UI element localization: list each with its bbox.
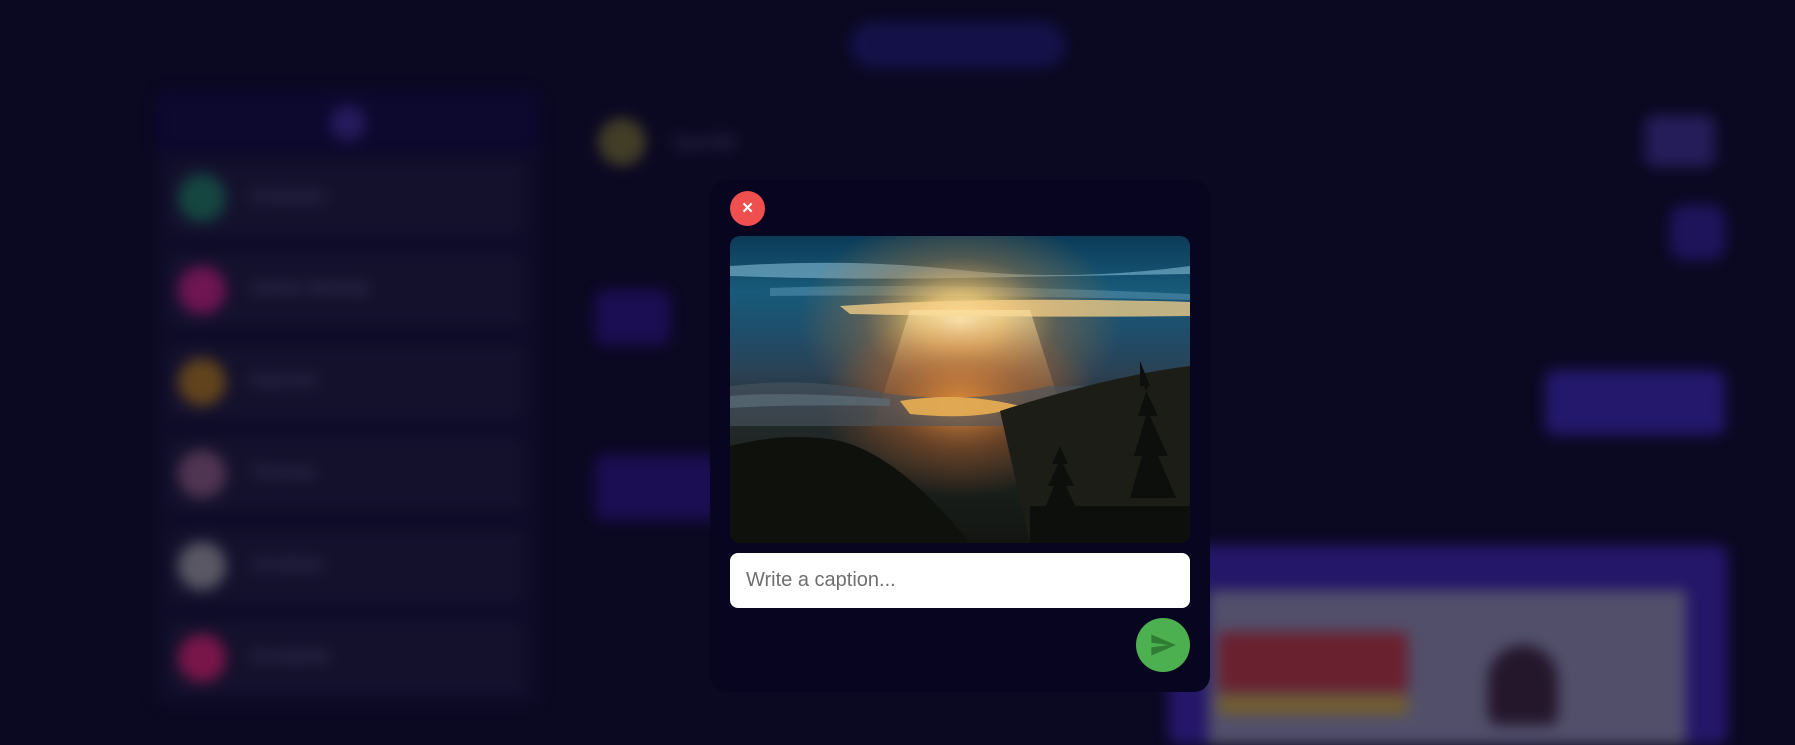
- app-stage: Andrades Ashish Mehata Ramesh Thomas Jonatha…: [0, 0, 1795, 745]
- chat-header-avatar: [598, 118, 646, 166]
- chat-name: Andrades: [250, 186, 328, 206]
- caption-input[interactable]: [730, 553, 1190, 608]
- chat-name: Thomas: [250, 462, 316, 482]
- message-bubble: [595, 290, 670, 345]
- close-button[interactable]: ×: [730, 191, 765, 226]
- app-logo: [850, 22, 1065, 68]
- chat-list-item: Jonathan: [168, 530, 524, 602]
- chat-avatar: [178, 266, 226, 314]
- chat-name: Jonathan: [250, 554, 325, 574]
- header-action-button: [1645, 115, 1715, 167]
- sidebar-header: [155, 90, 540, 150]
- chat-list-item: Thomas: [168, 438, 524, 510]
- send-button[interactable]: [1136, 618, 1190, 672]
- media-message-card: [1168, 545, 1728, 745]
- chat-header-name: Sam99: [672, 132, 736, 154]
- media-thumbnail: [1208, 590, 1686, 745]
- chat-name: Ramesh: [250, 370, 318, 390]
- send-icon: [1151, 634, 1176, 656]
- chat-list-item: Annabelle: [168, 622, 524, 694]
- chat-list-item: Ashish Mehata: [168, 254, 524, 326]
- chat-list-item: Andrades: [168, 162, 524, 234]
- message-bubble: [595, 455, 720, 520]
- image-upload-modal: ×: [710, 180, 1210, 692]
- sunset-image: [730, 236, 1190, 543]
- header-icon-button: [1670, 205, 1725, 260]
- chat-avatar: [178, 634, 226, 682]
- chat-name: Ashish Mehata: [250, 278, 370, 298]
- media-thumbnail-strip: [1218, 695, 1408, 715]
- media-thumbnail-block: [1218, 632, 1408, 692]
- chat-name: Annabelle: [250, 646, 331, 666]
- media-thumbnail-person: [1488, 645, 1558, 725]
- message-bubble: [1545, 370, 1725, 435]
- chat-avatar: [178, 542, 226, 590]
- chat-sidebar: [155, 90, 540, 705]
- chat-avatar: [178, 450, 226, 498]
- image-preview: [730, 236, 1190, 543]
- chat-avatar: [178, 358, 226, 406]
- chat-list-item: Ramesh: [168, 346, 524, 418]
- sidebar-profile-avatar: [330, 105, 366, 141]
- chat-avatar: [178, 174, 226, 222]
